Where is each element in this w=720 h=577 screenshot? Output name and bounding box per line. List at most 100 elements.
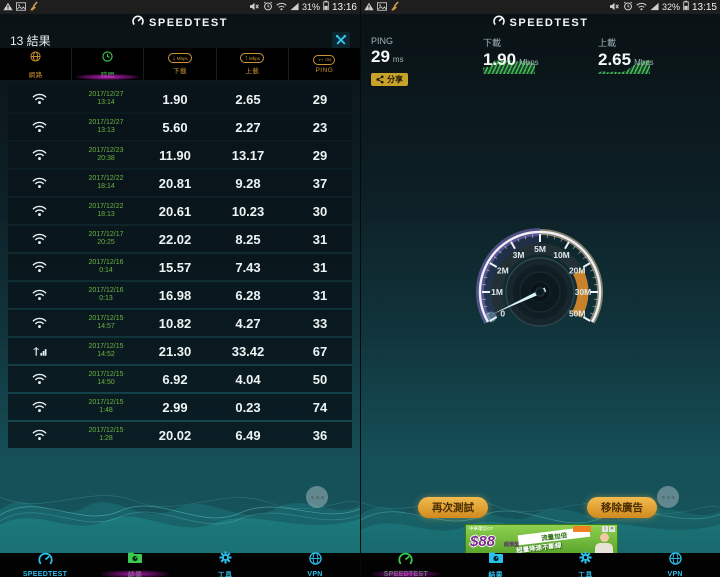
remove-ads-button[interactable]: 移除廣告	[587, 497, 657, 518]
tab-network[interactable]: 網路	[0, 48, 71, 80]
upload-value: 13.17	[231, 147, 265, 163]
gauge-tick-label: 5M	[534, 244, 546, 254]
upload-value: 2.65	[598, 50, 632, 69]
download-value: 20.02	[158, 427, 192, 443]
ping-value: 37	[312, 175, 328, 191]
nav-vpn[interactable]: VPN	[630, 552, 720, 577]
clock-time: 13:15	[691, 1, 717, 13]
download-value: 6.92	[162, 371, 188, 387]
wifi-icon	[8, 93, 70, 105]
tab-ping[interactable]: ↔ ms PING	[287, 48, 360, 80]
ping-value: 36	[312, 427, 328, 443]
table-row[interactable]: 2017/12/22 18:13 20.61 10.23 30	[8, 198, 352, 224]
share-button[interactable]: 分享	[371, 73, 408, 86]
result-time: 0:14	[99, 267, 113, 274]
table-row[interactable]: 2017/12/16 0:14 15.57 7.43 31	[8, 254, 352, 280]
table-row[interactable]: 2017/12/15 14:50 6.92 4.04 50	[8, 366, 352, 392]
alarm-icon	[263, 0, 273, 16]
share-icon	[376, 75, 384, 84]
table-row[interactable]: 2017/12/27 13:13 5.60 2.27 23	[8, 114, 352, 140]
table-row[interactable]: 2017/12/17 20:25 22.02 8.25 31	[8, 226, 352, 252]
tab-upload[interactable]: ↑ Mbps 上載	[215, 48, 288, 80]
table-row[interactable]: 2017/12/15 14:52 21.30 33.42 67	[8, 338, 352, 364]
battery-percent: 31%	[301, 2, 320, 12]
wifi-status-icon	[636, 0, 647, 16]
ping-value: 23	[312, 119, 328, 135]
wifi-status-icon	[276, 0, 287, 16]
result-time: 14:50	[97, 379, 115, 386]
result-date: 2017/12/22	[88, 203, 124, 210]
globe-icon	[30, 49, 41, 67]
nav-tools[interactable]: 工具	[541, 550, 631, 577]
app-header: SPEEDTEST	[361, 14, 720, 32]
result-date: 2017/12/27	[88, 119, 124, 126]
result-date: 2017/12/15	[88, 371, 124, 378]
selected-nav-glow	[371, 570, 440, 577]
table-row[interactable]: 2017/12/27 13:14 1.90 2.65 29	[8, 86, 352, 112]
battery-icon	[323, 0, 329, 16]
download-value: 16.98	[158, 287, 192, 303]
result-time: 1:28	[99, 435, 113, 442]
upload-value: 10.23	[231, 203, 265, 219]
screenshot-icon	[16, 0, 26, 16]
result-date: 2017/12/16	[88, 259, 124, 266]
upload-value: 8.25	[235, 231, 261, 247]
tab-label: PING	[315, 66, 334, 74]
upload-value: 7.43	[235, 259, 261, 275]
ping-value: 29	[371, 47, 390, 66]
table-row[interactable]: 2017/12/15 1:48 2.99 0.23 74	[8, 394, 352, 420]
nav-vpn[interactable]: VPN	[270, 552, 360, 577]
battery-percent: 32%	[661, 2, 680, 12]
nav-label: SPEEDTEST	[22, 571, 68, 577]
nav-tools[interactable]: 工具	[180, 550, 270, 577]
tab-time[interactable]: 時間	[71, 48, 143, 80]
wifi-icon	[8, 121, 70, 133]
wifi-icon	[8, 317, 70, 329]
battery-icon	[683, 0, 689, 16]
wifi-icon	[8, 261, 70, 273]
share-label: 分享	[387, 75, 403, 84]
results-header: 13 結果	[0, 32, 360, 48]
ad-info-icon[interactable]: i	[602, 526, 608, 532]
gauge-icon	[398, 552, 413, 570]
vpn-globe-icon	[668, 552, 682, 570]
nav-speedtest[interactable]: SPEEDTEST	[0, 552, 90, 577]
tab-download[interactable]: ↓ Mbps 下載	[143, 48, 215, 80]
download-label: 下載	[483, 38, 502, 48]
gauge-tick-label: 2M	[497, 266, 509, 276]
download-unit: Mbps	[519, 58, 539, 67]
folder-icon	[127, 551, 143, 569]
ping-value: 29	[312, 147, 328, 163]
retest-button[interactable]: 再次測試	[418, 497, 488, 518]
result-time: 14:57	[97, 323, 115, 330]
ad-close-icon[interactable]: ✕	[609, 526, 615, 532]
result-time: 20:25	[97, 239, 115, 246]
table-row[interactable]: 2017/12/23 20:38 11.90 13.17 29	[8, 142, 352, 168]
nav-label: 工具	[217, 571, 233, 577]
more-options-bubble[interactable]	[306, 486, 328, 508]
vpn-globe-icon	[308, 552, 322, 570]
download-mbps-icon: ↓ Mbps	[168, 53, 192, 63]
gear-icon	[218, 550, 232, 569]
gear-icon	[579, 550, 592, 569]
table-row[interactable]: 2017/12/16 0:13 16.98 6.28 31	[8, 282, 352, 308]
nav-results[interactable]: 結果	[90, 551, 180, 577]
result-time: 0:13	[99, 295, 113, 302]
upload-value: 33.42	[231, 343, 265, 359]
download-value: 20.81	[158, 175, 192, 191]
download-value: 5.60	[162, 119, 188, 135]
tab-label: 上載	[245, 68, 260, 75]
download-value: 20.61	[158, 203, 192, 219]
ping-ms-icon: ↔ ms	[313, 54, 336, 65]
download-value: 2.99	[162, 399, 188, 415]
table-row[interactable]: 2017/12/22 18:14 20.81 9.28 37	[8, 170, 352, 196]
nav-results[interactable]: 結果	[451, 552, 541, 577]
tools-button[interactable]	[332, 32, 350, 48]
table-row[interactable]: 2017/12/15 14:57 10.82 4.27 33	[8, 310, 352, 336]
result-date: 2017/12/23	[88, 147, 124, 154]
more-options-bubble[interactable]	[657, 486, 679, 508]
table-row[interactable]: 2017/12/15 1:28 20.02 6.49 36	[8, 422, 352, 448]
upload-unit: Mbps	[634, 58, 654, 67]
speed-gauge: 0 1M 2M 3M 5M 10M 20M 30M 50M	[465, 220, 615, 353]
nav-speedtest[interactable]: SPEEDTEST	[361, 552, 451, 577]
